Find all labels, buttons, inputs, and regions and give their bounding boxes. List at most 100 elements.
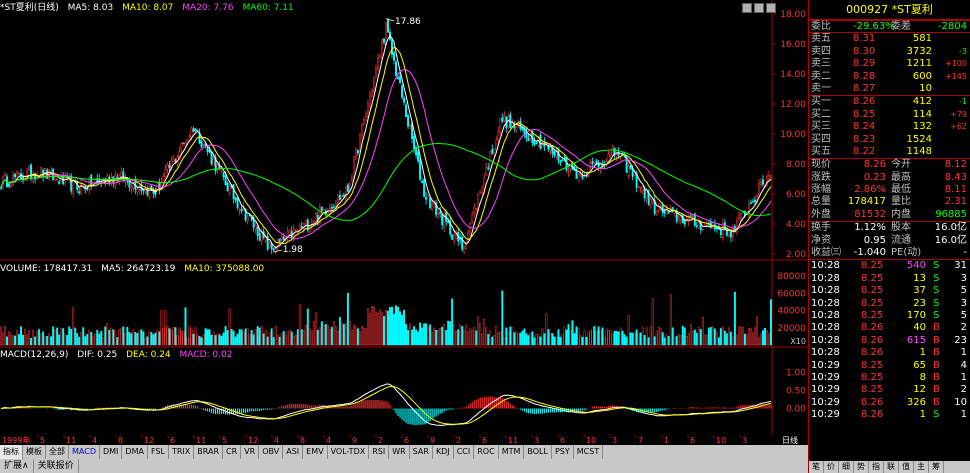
tick-side: B — [933, 359, 940, 371]
maximize-icon[interactable] — [766, 3, 776, 13]
indicator-tab[interactable]: DMI — [100, 445, 123, 459]
volume-bar — [284, 335, 287, 346]
tick-row[interactable]: 10:29 8.26 326 B 10 — [809, 397, 970, 409]
candle-body — [180, 142, 183, 151]
stats2-label: PE(动) — [891, 247, 922, 259]
volume-bar — [10, 333, 12, 346]
panel-tab[interactable]: 细 — [839, 461, 854, 473]
stats2-row[interactable]: 净资 0.95 流通 16.0亿 — [809, 235, 970, 247]
volume-bar — [116, 337, 119, 346]
indicator-tab[interactable]: TRIX — [169, 445, 195, 459]
tick-row[interactable]: 10:29 8.25 65 B 4 — [809, 360, 970, 372]
bottom-tab[interactable]: 关联报价 — [34, 459, 79, 473]
tick-row[interactable]: 10:28 8.25 170 S 5 — [809, 310, 970, 322]
indicator-tab[interactable]: SAR — [410, 445, 433, 459]
indicator-tab[interactable]: RSI — [369, 445, 390, 459]
kline-chart[interactable]: 18.00 16.00 14.00 12.00 10.00 8.00 6.00 4.00 2.0… — [0, 0, 808, 435]
volume-bar — [413, 326, 416, 346]
candle-body — [4, 174, 6, 176]
candle-body — [346, 184, 349, 192]
tick-row[interactable]: 10:28 8.26 615 B 23 — [809, 335, 970, 347]
tick-side: B — [933, 334, 940, 346]
bids-volume: 114 — [912, 108, 932, 120]
tick-row[interactable]: 10:29 8.25 12 B 2 — [809, 384, 970, 396]
asks-row[interactable]: 卖三 8.29 1211 +100 — [809, 58, 970, 70]
asks-row[interactable]: 卖一 8.27 10 — [809, 83, 970, 95]
indicator-tab[interactable]: MCST — [574, 445, 604, 459]
indicator-tab[interactable]: 全部 — [46, 445, 69, 459]
indicator-tab[interactable]: FSL — [148, 445, 169, 459]
panel-tab[interactable]: 笔 — [809, 461, 824, 473]
stats-row[interactable]: 现价 8.26 今开 8.12 — [809, 159, 970, 171]
volume-bar — [64, 333, 67, 346]
bids-row[interactable]: 买二 8.25 114 +79 — [809, 109, 970, 121]
volume-bar — [46, 336, 49, 346]
bid-book: 买一 8.26 412 -1 买二 8.25 114 +79 买三 8.24 132 +62 买四 8.2… — [809, 95, 970, 158]
indicator-tab[interactable]: VR — [241, 445, 260, 459]
indicator-tab[interactable]: BRAR — [194, 445, 224, 459]
volume-bar — [216, 333, 219, 346]
indicator-tab[interactable]: CCI — [454, 445, 475, 459]
stats-row[interactable]: 涨幅 2.86% 最低 8.11 — [809, 184, 970, 196]
candle-body — [202, 144, 205, 146]
bids-row[interactable]: 买一 8.26 412 -1 — [809, 96, 970, 108]
indicator-tab[interactable]: WR — [389, 445, 410, 459]
panel-tab[interactable]: 联 — [884, 461, 899, 473]
tick-time: 10:28 — [811, 347, 840, 359]
indicator-tab[interactable]: BOLL — [524, 445, 552, 459]
indicator-tab[interactable]: OBV — [259, 445, 284, 459]
indicator-tab[interactable]: ROC — [474, 445, 499, 459]
bids-row[interactable]: 买五 8.22 1148 — [809, 146, 970, 158]
volume-bar — [429, 324, 432, 346]
indicator-tab[interactable]: KDJ — [433, 445, 454, 459]
candle-body — [42, 169, 45, 178]
tick-row[interactable]: 10:28 8.25 37 S 5 — [809, 285, 970, 297]
panel-tab[interactable]: 价 — [824, 461, 839, 473]
asks-row[interactable]: 卖五 8.31 581 — [809, 33, 970, 45]
stats-row[interactable]: 总量 178417 量比 2.31 — [809, 196, 970, 208]
bids-row[interactable]: 买四 8.23 1524 — [809, 134, 970, 146]
stats-value: 8.11 — [944, 184, 967, 196]
zoom-in-icon[interactable] — [754, 3, 764, 13]
tick-row[interactable]: 10:28 8.26 40 B 2 — [809, 322, 970, 334]
asks-volume: 581 — [912, 33, 932, 45]
panel-tab[interactable]: 值 — [899, 461, 914, 473]
candle-body — [649, 199, 652, 205]
date-label: 2 — [456, 436, 461, 445]
indicator-tab[interactable]: MTM — [499, 445, 525, 459]
tick-row[interactable]: 10:28 8.25 540 S 31 — [809, 260, 970, 272]
indicator-tab[interactable]: CR — [223, 445, 242, 459]
tick-row[interactable]: 10:29 8.25 8 B 1 — [809, 372, 970, 384]
zoom-out-icon[interactable] — [742, 3, 752, 13]
bids-row[interactable]: 买三 8.24 132 +62 — [809, 121, 970, 133]
asks-row[interactable]: 卖二 8.28 600 +145 — [809, 71, 970, 83]
stats2-row[interactable]: 换手 1.12% 股本 16.0亿 — [809, 222, 970, 234]
weibi-value: -29.63% — [853, 21, 895, 32]
volume-bar — [585, 336, 588, 346]
panel-tab[interactable]: 主 — [914, 461, 929, 473]
tick-row[interactable]: 10:28 8.26 1 B 1 — [809, 347, 970, 359]
indicator-tab[interactable]: 模板 — [23, 445, 46, 459]
panel-tab[interactable]: 筹 — [929, 461, 944, 473]
stats-row[interactable]: 外盘 81532 内盘 96885 — [809, 209, 970, 221]
tick-row[interactable]: 10:29 8.26 1 S 1 — [809, 409, 970, 421]
indicator-tab[interactable]: PSY — [552, 445, 574, 459]
ask-book: 卖五 8.31 581 卖四 8.30 3732 -3 卖三 8.29 1211 +100 卖二 8.2… — [809, 32, 970, 95]
volume-bar — [503, 337, 506, 346]
tick-row[interactable]: 10:28 8.25 13 S 3 — [809, 273, 970, 285]
indicator-tab[interactable]: VOL-TDX — [328, 445, 370, 459]
tick-row[interactable]: 10:28 8.25 23 S 3 — [809, 298, 970, 310]
stats-row[interactable]: 涨跌 0.23 最高 8.43 — [809, 172, 970, 184]
stats-value: 8.12 — [944, 159, 967, 171]
indicator-tab[interactable]: DMA — [122, 445, 148, 459]
indicator-tab[interactable]: 指标 — [0, 445, 23, 459]
volume-bar — [324, 324, 327, 346]
panel-tab[interactable]: 指 — [869, 461, 884, 473]
asks-row[interactable]: 卖四 8.30 3732 -3 — [809, 46, 970, 58]
panel-tab[interactable]: 势 — [854, 461, 869, 473]
indicator-tab[interactable]: MACD — [69, 445, 100, 459]
bottom-tab[interactable]: 扩展∧ — [0, 459, 34, 473]
indicator-tab[interactable]: ASI — [283, 445, 304, 459]
indicator-tab[interactable]: EMV — [303, 445, 328, 459]
stats2-row[interactable]: 收益㈢ -1.040 PE(动) - — [809, 247, 970, 259]
